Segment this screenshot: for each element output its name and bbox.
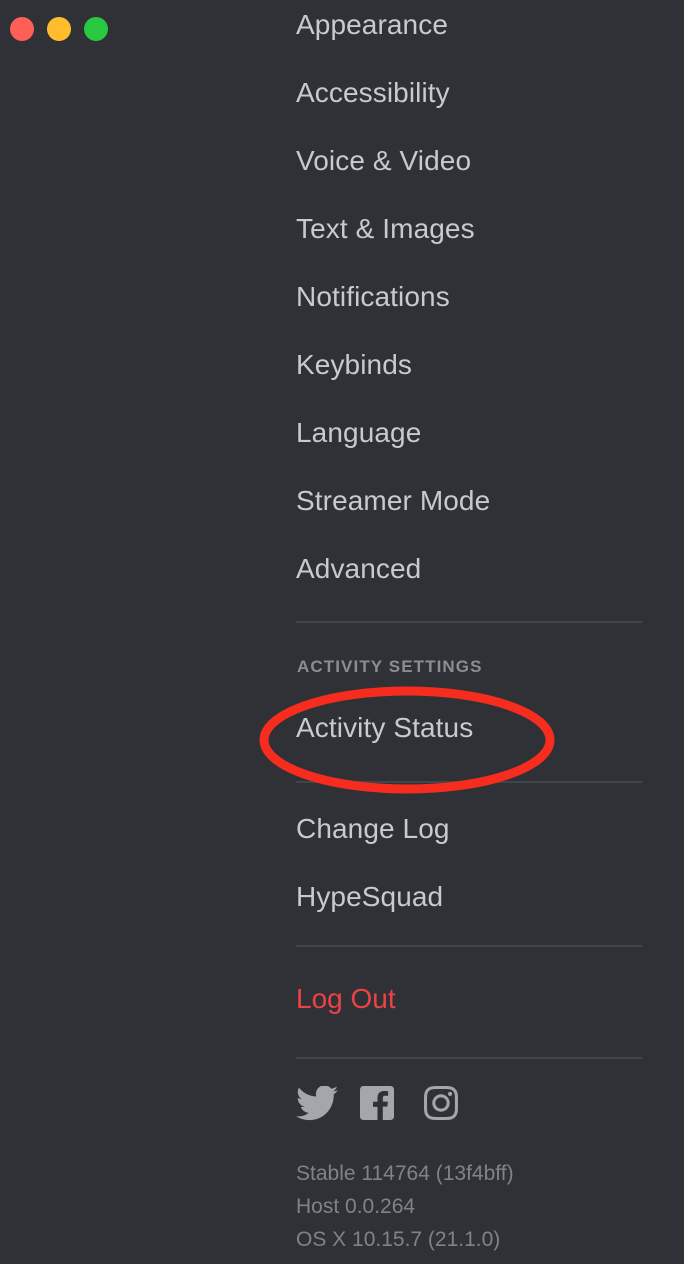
sidebar-item-streamer-mode[interactable]: Streamer Mode — [296, 484, 490, 518]
sidebar-item-language[interactable]: Language — [296, 416, 421, 450]
version-line-3: OS X 10.15.7 (21.1.0) — [296, 1228, 501, 1251]
sidebar-item-advanced[interactable]: Advanced — [296, 552, 421, 586]
sidebar-divider-4 — [296, 1057, 642, 1059]
sidebar-item-accessibility[interactable]: Accessibility — [296, 76, 450, 110]
sidebar-item-notifications[interactable]: Notifications — [296, 280, 450, 314]
sidebar-item-change-log[interactable]: Change Log — [296, 812, 450, 846]
discord-settings-window: Appearance Accessibility Voice & Video Text… — [0, 0, 684, 1264]
sidebar-item-voice-video[interactable]: Voice & Video — [296, 144, 471, 178]
log-out-button[interactable]: Log Out — [296, 982, 396, 1016]
close-window-button[interactable] — [10, 17, 34, 41]
sidebar-divider-2 — [296, 781, 642, 783]
sidebar-divider-3 — [296, 945, 642, 947]
sidebar-item-keybinds[interactable]: Keybinds — [296, 348, 412, 382]
minimize-window-button[interactable] — [47, 17, 71, 41]
instagram-icon[interactable] — [424, 1083, 466, 1123]
settings-sidebar-nav: Appearance Accessibility Voice & Video Text… — [296, 0, 646, 1264]
sidebar-item-hypesquad[interactable]: HypeSquad — [296, 880, 443, 914]
twitter-icon[interactable] — [296, 1083, 338, 1123]
client-version-info: Stable 114764 (13f4bff) Host 0.0.264 OS X … — [296, 1160, 514, 1254]
sidebar-item-activity-status[interactable]: Activity Status — [296, 711, 473, 745]
maximize-window-button[interactable] — [84, 17, 108, 41]
activity-settings-section-header: ACTIVITY SETTINGS — [297, 657, 483, 676]
facebook-icon[interactable] — [360, 1083, 402, 1123]
social-links-row — [296, 1083, 466, 1123]
version-line-1: Stable 114764 (13f4bff) — [296, 1162, 514, 1185]
sidebar-divider-1 — [296, 621, 642, 623]
version-line-2: Host 0.0.264 — [296, 1195, 416, 1218]
window-traffic-lights — [10, 17, 108, 41]
sidebar-item-appearance[interactable]: Appearance — [296, 8, 448, 42]
sidebar-item-text-images[interactable]: Text & Images — [296, 212, 475, 246]
